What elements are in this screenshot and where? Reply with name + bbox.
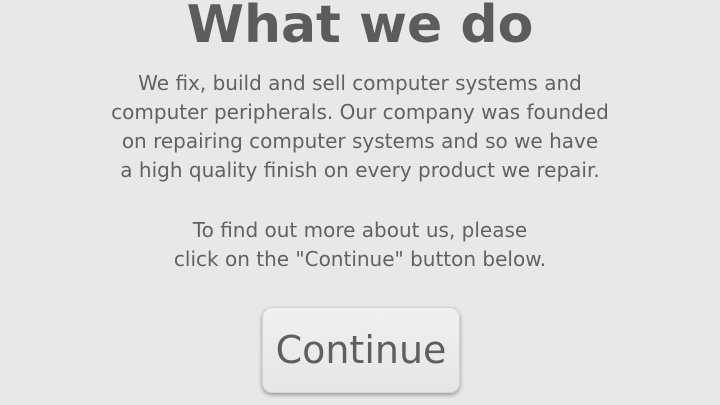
instruction-line: click on the "Continue" button below.: [173, 247, 547, 271]
intro-line: We fix, build and sell computer systems …: [138, 71, 582, 95]
intro-paragraph: We fix, build and sell computer systems …: [0, 69, 720, 185]
page-title: What we do: [186, 0, 534, 55]
continue-button[interactable]: Continue: [262, 307, 460, 393]
intro-line: on repairing computer systems and so we …: [121, 129, 599, 153]
instruction-line: To find out more about us, please: [192, 218, 528, 242]
intro-line: computer peripherals. Our company was fo…: [111, 100, 609, 124]
intro-line: a high quality finish on every product w…: [120, 158, 600, 182]
page: What we do We fix, build and sell comput…: [0, 0, 720, 405]
instruction-paragraph: To find out more about us, please click …: [0, 216, 720, 274]
